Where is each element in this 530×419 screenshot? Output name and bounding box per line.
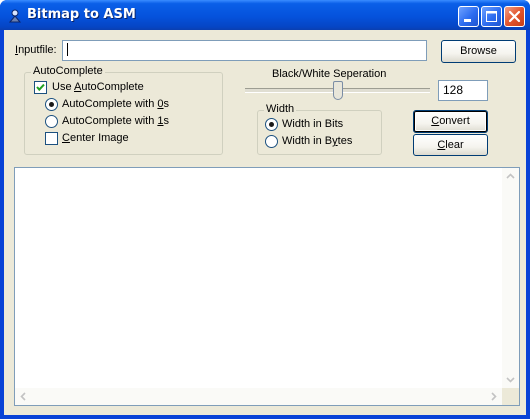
radio-dot [49, 102, 54, 107]
width-bits-radio[interactable] [265, 118, 278, 131]
use-autocomplete-checkbox[interactable] [34, 81, 47, 94]
width-bytes-label[interactable]: Width in Bytes [282, 135, 352, 147]
close-icon [508, 10, 521, 23]
autocomplete-ones-label[interactable]: AutoComplete with 1s [62, 115, 169, 127]
client-area: Inputfile: Browse AutoComplete Use AutoC… [4, 30, 526, 415]
scroll-right-button[interactable] [485, 388, 502, 405]
chevron-up-icon [506, 173, 515, 179]
output-textarea[interactable] [14, 167, 520, 406]
scroll-left-button[interactable] [15, 388, 32, 405]
minimize-button[interactable] [458, 6, 479, 27]
width-group: Width [257, 103, 382, 155]
scroll-up-button[interactable] [502, 168, 519, 185]
title-bar[interactable]: Bitmap to ASM [0, 0, 530, 30]
separation-value-field[interactable]: 128 [438, 80, 488, 101]
chevron-right-icon [491, 392, 497, 401]
text-caret [67, 43, 68, 56]
center-image-label[interactable]: Center Image [62, 132, 129, 144]
autocomplete-group-title: AutoComplete [31, 65, 105, 77]
clear-button[interactable]: Clear [413, 134, 488, 156]
window-title: Bitmap to ASM [27, 7, 136, 22]
app-icon[interactable] [7, 7, 23, 23]
minimize-icon [464, 19, 471, 22]
close-button[interactable] [504, 6, 525, 27]
browse-button[interactable]: Browse [441, 40, 516, 63]
inputfile-label: Inputfile: [15, 44, 57, 56]
radio-dot [269, 122, 274, 127]
scrollbar-corner [502, 388, 519, 405]
scroll-down-button[interactable] [502, 371, 519, 388]
autocomplete-zeros-label[interactable]: AutoComplete with 0s [62, 98, 169, 110]
autocomplete-ones-radio[interactable] [45, 115, 58, 128]
width-bits-label[interactable]: Width in Bits [282, 118, 343, 130]
maximize-button[interactable] [481, 6, 502, 27]
use-autocomplete-label[interactable]: Use AutoComplete [52, 81, 144, 93]
separation-label: Black/White Seperation [272, 68, 387, 80]
chevron-down-icon [506, 377, 515, 383]
convert-button[interactable]: Convert [413, 110, 488, 133]
maximize-icon [486, 11, 497, 22]
width-group-title: Width [264, 103, 297, 115]
center-image-checkbox[interactable] [45, 132, 58, 145]
main-window: Bitmap to ASM Inputfile: Browse AutoComp… [0, 0, 530, 419]
checkmark-icon [36, 83, 45, 92]
inputfile-field[interactable] [62, 40, 427, 61]
vertical-scrollbar[interactable] [502, 168, 519, 388]
horizontal-scrollbar[interactable] [15, 388, 502, 405]
width-bytes-radio[interactable] [265, 135, 278, 148]
autocomplete-zeros-radio[interactable] [45, 98, 58, 111]
chevron-left-icon [20, 392, 26, 401]
separation-slider-thumb[interactable] [333, 81, 343, 100]
